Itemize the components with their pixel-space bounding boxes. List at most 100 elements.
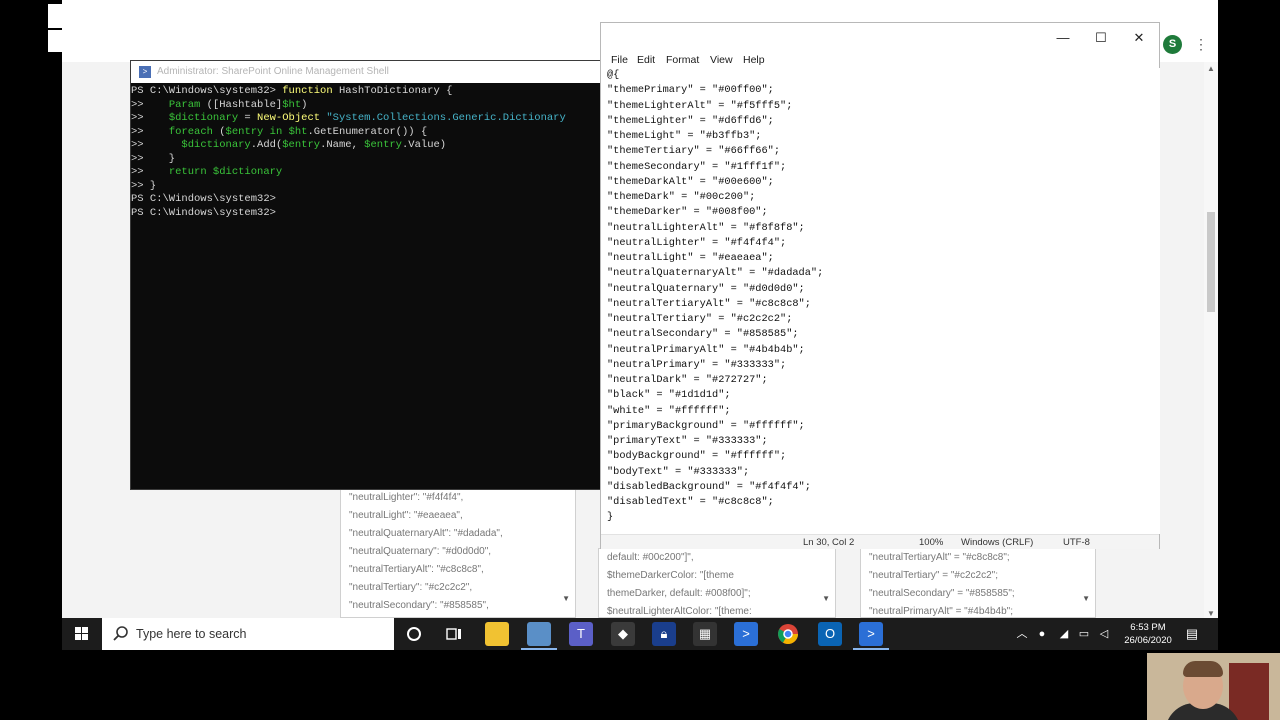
battery-icon[interactable]: ▭ xyxy=(1076,618,1092,650)
chrome-icon[interactable] xyxy=(776,622,800,646)
panel-line: "neutralPrimaryAlt" = "#4b4b4b"; xyxy=(869,606,1013,617)
text-line: "white" = "#ffffff"; xyxy=(607,404,731,417)
console-token: .Add( xyxy=(250,139,283,151)
app-icon[interactable]: ◆ xyxy=(611,622,635,646)
cortana-icon[interactable] xyxy=(402,622,426,646)
menu-file[interactable]: File xyxy=(611,53,628,67)
console-token: >> xyxy=(131,125,169,138)
file-explorer-icon[interactable] xyxy=(485,622,509,646)
browser-scrollbar[interactable]: ▲ ▼ xyxy=(1204,62,1218,620)
chevron-up-icon[interactable]: ︿ xyxy=(1014,618,1030,650)
console-token: HashToDictionary xyxy=(338,85,447,97)
taskbar-search[interactable]: Type here to search xyxy=(102,618,394,650)
more-vert-icon[interactable]: ⋮ xyxy=(1194,36,1208,52)
webcam-person-hair xyxy=(1183,661,1223,677)
teams-icon[interactable]: T xyxy=(569,622,593,646)
start-button[interactable] xyxy=(62,618,102,650)
console-token: $entry xyxy=(282,139,321,151)
menu-view[interactable]: View xyxy=(710,53,733,67)
microphone-icon[interactable]: ● xyxy=(1034,618,1050,650)
panel-line: "neutralLight": "#eaeaea", xyxy=(349,510,463,521)
console-line: >> } xyxy=(131,153,609,167)
calculator-icon[interactable]: ▦ xyxy=(693,622,717,646)
chevron-down-icon[interactable]: ▼ xyxy=(1082,594,1090,603)
powershell-ise-icon[interactable]: > xyxy=(859,622,883,646)
console-line: >> return $dictionary xyxy=(131,166,609,180)
clock[interactable]: 6:53 PM 26/06/2020 xyxy=(1124,621,1172,647)
menu-format[interactable]: Format xyxy=(666,53,699,67)
notepad-window[interactable]: — ☐ ✕ File Edit Format View Help @{"them… xyxy=(600,22,1160,549)
network-icon[interactable]: ◢ xyxy=(1056,618,1072,650)
powershell-titlebar[interactable]: > Administrator: SharePoint Online Manag… xyxy=(131,61,609,83)
scroll-down-icon[interactable]: ▼ xyxy=(1207,609,1215,618)
console-token: in xyxy=(269,125,289,138)
maximize-icon[interactable]: ☐ xyxy=(1091,29,1111,47)
notepad-scrollbar[interactable] xyxy=(1149,68,1160,534)
panel-line: "neutralTertiaryAlt" = "#c8c8c8"; xyxy=(869,552,1010,563)
notepad-menubar: File Edit Format View Help xyxy=(601,53,1159,67)
zoom-level: 100% xyxy=(919,537,944,548)
minimize-icon[interactable]: — xyxy=(1053,29,1073,47)
active-app-icon[interactable] xyxy=(527,622,551,646)
text-line: "neutralTertiaryAlt" = "#c8c8c8"; xyxy=(607,297,811,310)
console-line: >> } xyxy=(131,180,609,194)
encoding: UTF-8 xyxy=(1063,537,1090,548)
console-token: PS C:\Windows\system32> xyxy=(131,193,276,205)
text-line: "neutralLighterAlt" = "#f8f8f8"; xyxy=(607,221,805,234)
theme-json-panel[interactable]: "neutralLighter": "#f4f4f4", "neutralLigh… xyxy=(340,488,576,618)
line-ending: Windows (CRLF) xyxy=(961,537,1034,548)
console-token: >> xyxy=(131,112,169,124)
console-token: >> } xyxy=(131,179,157,192)
page-gutter xyxy=(294,488,340,620)
close-icon[interactable]: ✕ xyxy=(1129,29,1149,47)
text-line: "bodyBackground" = "#ffffff"; xyxy=(607,450,787,463)
powershell-icon[interactable]: > xyxy=(734,622,758,646)
console-token: $dictionary xyxy=(212,166,283,178)
text-line: } xyxy=(607,511,614,524)
active-indicator xyxy=(521,648,557,650)
task-view-icon[interactable] xyxy=(442,622,466,646)
profile-avatar[interactable]: S xyxy=(1163,35,1182,54)
notepad-titlebar[interactable]: — ☐ ✕ xyxy=(601,23,1159,53)
clock-time: 6:53 PM xyxy=(1130,622,1166,633)
notifications-icon[interactable]: ▤ xyxy=(1182,618,1202,650)
clock-date: 26/06/2020 xyxy=(1124,635,1172,646)
console-line: PS C:\Windows\system32> function HashToD… xyxy=(131,85,609,99)
scroll-up-icon[interactable]: ▲ xyxy=(1207,64,1215,73)
console-line: >> $dictionary.Add($entry.Name, $entry.V… xyxy=(131,139,609,153)
scss-output-panel[interactable]: default: #00c200"]", $themeDarkerColor: "… xyxy=(598,548,836,618)
text-line: @{ xyxy=(607,69,620,81)
text-line: "themeLight" = "#b3ffb3"; xyxy=(607,130,762,142)
window-edge-fragment xyxy=(48,30,64,52)
console-token: $dictionary xyxy=(168,112,239,124)
panel-line: $themeDarkerColor: "[theme xyxy=(607,570,734,581)
webcam-shelf xyxy=(1229,663,1269,720)
console-token: .GetEnumerator()) { xyxy=(307,125,428,138)
notepad-text-area[interactable]: @{"themePrimary" = "#00ff00"; "themeLight… xyxy=(601,68,1149,536)
text-line: "neutralPrimary" = "#333333"; xyxy=(607,358,787,371)
text-line: "neutralLight" = "#eaeaea"; xyxy=(607,252,774,264)
powershell-window[interactable]: > Administrator: SharePoint Online Manag… xyxy=(130,60,610,490)
powershell-output-panel[interactable]: "neutralTertiaryAlt" = "#c8c8c8"; "neutra… xyxy=(860,548,1096,618)
panel-line: "neutralQuaternary": "#d0d0d0", xyxy=(349,546,492,557)
scrollbar-thumb[interactable] xyxy=(1207,212,1215,312)
console-token: $dictionary xyxy=(181,139,251,151)
console-token: "System.Collections.Generic.Dictionary xyxy=(326,112,566,124)
chevron-down-icon[interactable]: ▼ xyxy=(822,594,830,603)
text-line: "themeTertiary" = "#66ff66"; xyxy=(607,145,781,158)
text-line: "themeLighter" = "#d6ffd6"; xyxy=(607,114,774,127)
outlook-icon[interactable]: O xyxy=(818,622,842,646)
windows-logo-icon xyxy=(75,627,89,641)
volume-icon[interactable]: ◁ xyxy=(1096,618,1112,650)
console-token: ) xyxy=(301,98,308,111)
chevron-down-icon[interactable]: ▼ xyxy=(562,594,570,603)
console-line: >> $dictionary = New-Object "System.Coll… xyxy=(131,112,609,126)
cursor-position: Ln 30, Col 2 xyxy=(803,537,855,548)
screen: S ⋮ ▲ ▼ "neutralLighter": "#f4f4f4", "neu… xyxy=(0,0,1280,720)
console-token: >> xyxy=(131,139,182,151)
menu-edit[interactable]: Edit xyxy=(637,53,655,67)
powershell-console[interactable]: PS C:\Windows\system32> function HashToD… xyxy=(131,85,609,489)
text-line: "bodyText" = "#333333"; xyxy=(607,465,750,478)
menu-help[interactable]: Help xyxy=(743,53,765,67)
lock-app-icon[interactable]: 🔒︎ xyxy=(652,622,676,646)
